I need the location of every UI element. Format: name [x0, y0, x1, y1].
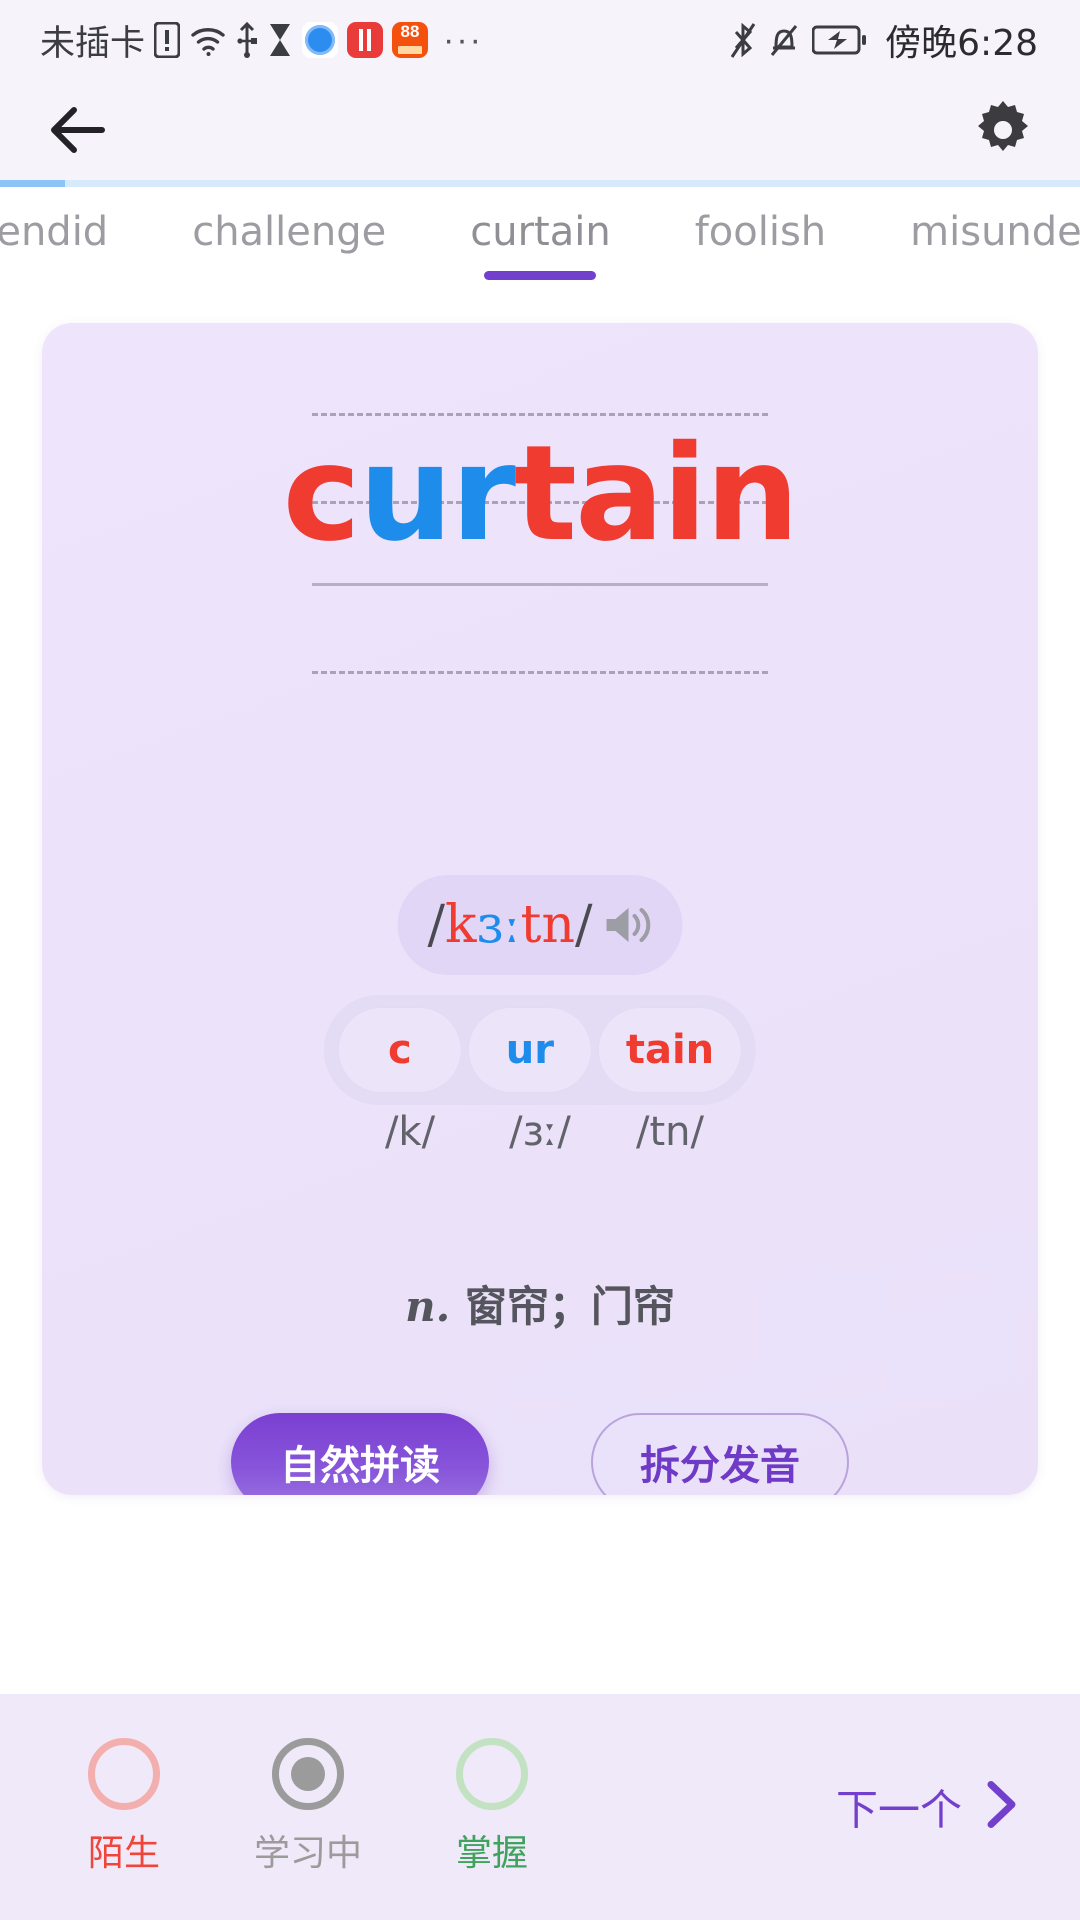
tab-underline — [233, 271, 345, 280]
usb-icon — [236, 21, 258, 59]
tab-label: curtain — [470, 209, 611, 255]
tab-splendid[interactable]: splendid — [0, 209, 150, 280]
phonetic-slash: / — [427, 895, 446, 955]
syllable-phonetic: /ɜː/ — [509, 1109, 571, 1155]
bluetooth-off-icon — [730, 21, 756, 59]
notifications-muted-icon — [769, 22, 799, 58]
phonetic-segment: k — [445, 895, 477, 955]
syllable-phonetics-row: /k/ /ɜː/ /tn/ — [334, 1109, 746, 1155]
tab-challenge[interactable]: challenge — [150, 209, 428, 280]
tab-underline — [484, 271, 597, 280]
syllable-letters: c — [387, 1027, 412, 1073]
guide-line-bottom — [312, 671, 768, 674]
phonics-button[interactable]: 自然拼读 — [231, 1413, 489, 1495]
syllable-chip[interactable]: tain — [597, 1007, 743, 1093]
phonetic-pill[interactable]: /kɜːtn/ — [397, 875, 683, 975]
syllable-letters: tain — [625, 1027, 715, 1073]
status-label: 学习中 — [253, 1833, 362, 1874]
status-label: 陌生 — [87, 1833, 160, 1874]
word-text: curtain — [42, 401, 1038, 587]
tab-label: splendid — [0, 209, 109, 255]
lesson-progress-fill — [0, 180, 65, 187]
tab-underline — [704, 271, 816, 280]
phonetic-segment: tn — [520, 895, 575, 955]
tab-underline — [1004, 271, 1080, 280]
syllable-chip[interactable]: ur — [467, 1007, 592, 1093]
syllable-phonetic: /tn/ — [636, 1109, 704, 1155]
phonetic-segment: ɜː — [476, 895, 521, 955]
phonetic-text: /kɜːtn/ — [428, 899, 593, 951]
status-bar: 未插卡 ··· — [0, 0, 1080, 80]
next-word-button[interactable]: 下一个 — [836, 1777, 1018, 1838]
learning-status-group[interactable]: 陌生 学习中 掌握 — [64, 1738, 552, 1876]
qr-app-icon — [392, 21, 429, 58]
part-of-speech: n. — [405, 1282, 451, 1331]
tab-label: challenge — [192, 209, 387, 255]
more-dots-icon: ··· — [443, 20, 483, 59]
status-陌生[interactable]: 陌生 — [64, 1738, 184, 1876]
arrow-left-icon — [51, 107, 105, 153]
chevron-right-icon — [984, 1780, 1018, 1835]
word-part: c — [282, 417, 361, 571]
card-area: curtain /kɜːtn/ c ur tain /k//ɜː//tn/ n. 窗… — [0, 305, 1080, 1920]
lesson-progress-bar — [0, 180, 1080, 187]
phonetic-slash: / — [574, 895, 593, 955]
bottom-bar: 陌生 学习中 掌握 下一个 — [0, 1694, 1080, 1920]
word-tabs[interactable]: splendid challenge curtain foolish misunders… — [0, 187, 1080, 305]
word-display: curtain — [42, 401, 1038, 674]
tab-underline — [0, 271, 80, 280]
tab-label: misunderstand — [910, 209, 1080, 255]
status-ring-icon — [456, 1738, 528, 1810]
syllable-letters: ur — [505, 1027, 554, 1073]
tab-curtain[interactable]: curtain — [428, 209, 652, 280]
next-word-label: 下一个 — [835, 1785, 962, 1835]
app-header — [0, 80, 1080, 180]
sim-alert-icon — [154, 22, 181, 58]
wifi-icon — [189, 24, 227, 56]
speaker-icon[interactable] — [602, 903, 652, 947]
word-part: tain — [513, 417, 799, 571]
split-pronunciation-button[interactable]: 拆分发音 — [591, 1413, 849, 1495]
tab-foolish[interactable]: foolish — [653, 209, 868, 280]
status-selected-dot — [291, 1757, 325, 1791]
definition-meaning: 窗帘；门帘 — [464, 1282, 675, 1331]
carrier-label: 未插卡 — [40, 23, 146, 64]
hourglass-icon — [267, 22, 293, 58]
status-bar-right: 傍晚6:28 — [730, 14, 1038, 66]
status-bar-left: 未插卡 ··· — [40, 15, 483, 66]
card-actions: 自然拼读 拆分发音 — [42, 1413, 1038, 1495]
book-app-icon — [347, 22, 384, 58]
tab-misunderstand[interactable]: misunderstand — [868, 209, 1080, 280]
word-card: curtain /kɜːtn/ c ur tain /k//ɜː//tn/ n. 窗… — [42, 323, 1038, 1495]
status-ring-icon — [272, 1738, 344, 1810]
back-button[interactable] — [48, 104, 110, 156]
status-label: 掌握 — [455, 1833, 528, 1874]
syllable-chip-group[interactable]: c ur tain — [323, 995, 757, 1105]
battery-charging-icon — [812, 25, 868, 55]
status-学习中[interactable]: 学习中 — [248, 1738, 368, 1876]
app-screen: 未插卡 ··· — [0, 0, 1080, 1920]
status-ring-icon — [88, 1738, 160, 1810]
clock-label: 傍晚6:28 — [885, 23, 1038, 64]
globe-app-icon — [302, 22, 339, 58]
tab-label: foolish — [694, 209, 827, 255]
word-part: ur — [358, 417, 516, 571]
gear-icon — [978, 101, 1028, 151]
definition-text: n. 窗帘；门帘 — [42, 1273, 1038, 1334]
settings-button[interactable] — [974, 101, 1032, 159]
syllable-chip[interactable]: c — [337, 1007, 462, 1093]
status-掌握[interactable]: 掌握 — [432, 1738, 552, 1876]
syllable-phonetic: /k/ — [384, 1109, 436, 1155]
